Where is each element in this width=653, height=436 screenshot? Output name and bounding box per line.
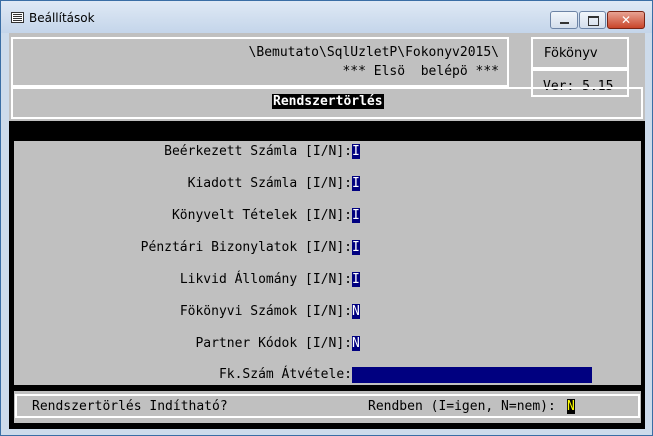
field-input-konyvelt[interactable]: I: [352, 208, 360, 223]
field-label-penztari: Pénztári Bizonylatok [I/N]:: [140, 240, 352, 255]
field-input-kiadott[interactable]: I: [352, 176, 360, 191]
field-input-beerkezett[interactable]: I: [352, 144, 360, 159]
maximize-icon: [588, 16, 599, 26]
minimize-button[interactable]: [550, 11, 578, 29]
title-bar[interactable]: Beállítások ✕: [1, 1, 652, 33]
minimize-icon: [560, 22, 569, 24]
close-button[interactable]: ✕: [607, 11, 645, 29]
field-input-penztari[interactable]: I: [352, 240, 360, 255]
screen-title: Rendszertörlés: [272, 94, 384, 109]
field-input-likvid[interactable]: I: [352, 272, 360, 287]
field-label-fokonyvi: Fökönyvi Számok [I/N]:: [179, 304, 352, 319]
module-text: Fökönyv: [544, 46, 598, 61]
window-title: Beállítások: [29, 11, 95, 25]
field-label-likvid: Likvid Állomány [I/N]:: [179, 272, 352, 287]
field-input-fokonyvi[interactable]: N: [352, 304, 360, 319]
confirm-label: Rendben (I=igen, N=nem):: [368, 399, 556, 414]
field-input-partner[interactable]: N: [352, 336, 360, 351]
field-label-beerkezett: Beérkezett Számla [I/N]:: [164, 144, 352, 159]
field-label-konyvelt: Könyvelt Tételek [I/N]:: [171, 208, 352, 223]
transfer-input[interactable]: [352, 367, 592, 383]
close-icon: ✕: [620, 13, 632, 27]
app-icon[interactable]: [11, 12, 24, 23]
application-window: Beállítások ✕ \Bemutato\SqlUzletP\Fokony…: [0, 0, 653, 436]
footer-question: Rendszertörlés Indítható?: [32, 399, 228, 414]
field-label-partner: Partner Kódok [I/N]:: [195, 336, 352, 351]
confirm-input[interactable]: N: [567, 399, 575, 414]
path-text: \Bemutato\SqlUzletP\Fokonyv2015\: [248, 45, 499, 60]
maximize-button[interactable]: [579, 11, 606, 29]
field-label-kiadott: Kiadott Számla [I/N]:: [187, 176, 352, 191]
transfer-label: Fk.Szám Átvétele:: [218, 367, 352, 382]
console-area: \Bemutato\SqlUzletP\Fokonyv2015\ *** Els…: [9, 33, 645, 429]
user-text: *** Elsö belépö ***: [342, 64, 499, 79]
